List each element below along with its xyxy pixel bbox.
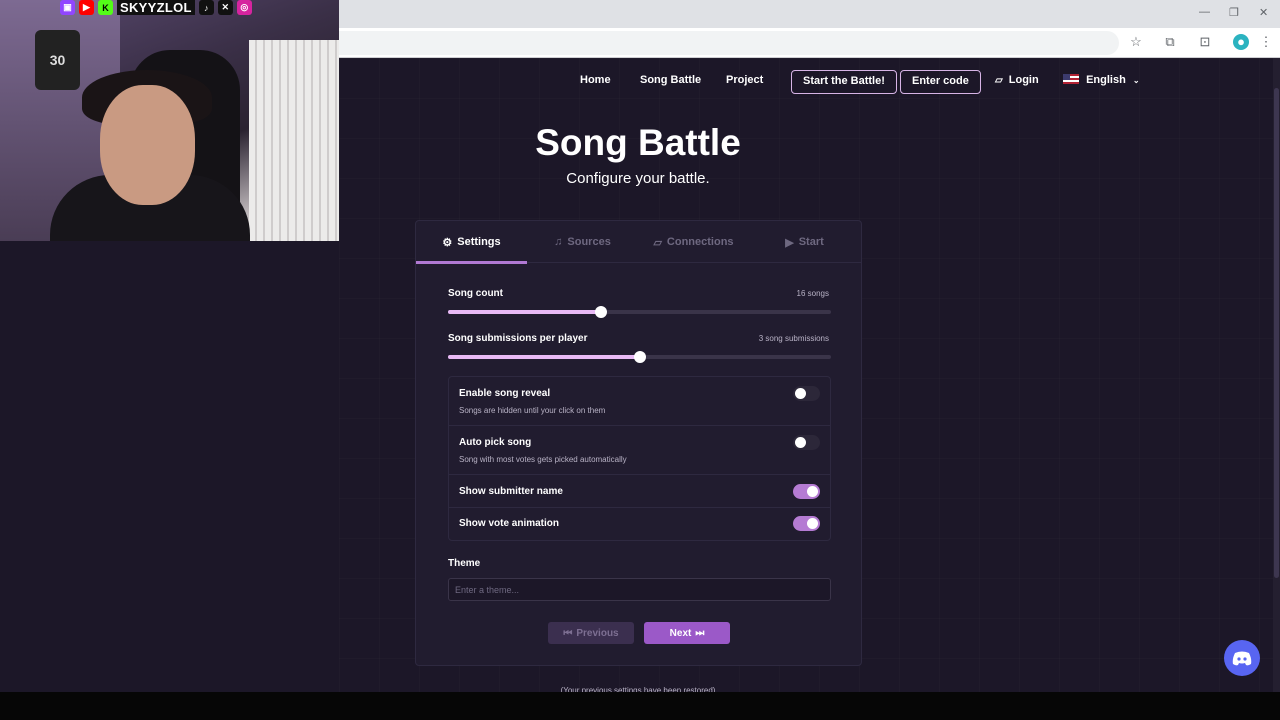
discord-button[interactable] [1224, 640, 1260, 676]
music-note-icon: ♫ [554, 236, 563, 248]
toggle-knob [807, 518, 818, 529]
song-count-value: 16 songs [796, 289, 829, 298]
scrollbar-thumb[interactable] [1274, 88, 1279, 578]
option-title: Auto pick song [459, 437, 532, 448]
toggle-knob [795, 437, 806, 448]
play-icon: ▶ [785, 236, 794, 249]
twitch-icon: ▣ [60, 0, 75, 15]
youtube-icon: ▶ [79, 0, 94, 15]
skip-back-icon: ⏮ [563, 627, 573, 639]
skip-forward-icon: ⏭ [695, 627, 705, 639]
previous-button[interactable]: ⏮ Previous [548, 622, 634, 644]
next-label: Next [669, 627, 692, 639]
settings-card: ⚙ Settings ♫ Sources ▱ Connections ▶ Sta… [415, 220, 862, 666]
profile-avatar-icon[interactable]: ● [1233, 34, 1249, 50]
tab-label: Connections [666, 236, 734, 248]
option-description: Songs are hidden until your click on the… [459, 406, 606, 415]
language-label: English [1086, 74, 1126, 86]
webcam-bed [249, 40, 339, 241]
options-list: Enable song reveal Songs are hidden unti… [448, 376, 831, 541]
address-bar[interactable] [339, 31, 1119, 55]
nav-project-link[interactable]: Project [726, 74, 763, 86]
previous-label: Previous [576, 627, 619, 639]
extensions-icon[interactable]: ⧉ [1162, 34, 1178, 50]
active-tab-indicator [416, 261, 527, 264]
login-link[interactable]: ▱ Login [995, 74, 1039, 86]
option-description: Song with most votes gets picked automat… [459, 455, 627, 464]
twitch-icon: ▱ [995, 75, 1003, 86]
login-label: Login [1008, 74, 1039, 86]
x-icon: ✕ [217, 0, 233, 15]
song-count-slider[interactable] [448, 306, 831, 318]
browser-menu-icon[interactable]: ⋮ [1258, 34, 1274, 50]
close-window-icon[interactable]: ✕ [1259, 6, 1268, 19]
toggle-knob [807, 486, 818, 497]
page-subtitle: Configure your battle. [566, 170, 710, 187]
slider-handle[interactable] [633, 351, 646, 363]
option-auto-pick: Auto pick song Song with most votes gets… [449, 426, 830, 475]
option-vote-animation: Show vote animation [449, 508, 830, 540]
chevron-down-icon: ⌄ [1132, 76, 1140, 85]
theme-input[interactable] [448, 578, 831, 601]
tab-connections[interactable]: ▱ Connections [638, 221, 749, 263]
slider-fill [448, 310, 602, 314]
theme-label: Theme [448, 558, 481, 569]
us-flag-icon [1063, 74, 1079, 84]
gear-icon: ⚙ [442, 236, 453, 249]
tab-settings[interactable]: ⚙ Settings [416, 221, 527, 263]
option-title: Show submitter name [459, 486, 563, 497]
language-selector[interactable]: English ⌄ [1063, 74, 1140, 86]
option-song-reveal: Enable song reveal Songs are hidden unti… [449, 377, 830, 426]
twitch-icon: ▱ [653, 236, 662, 249]
auto-pick-toggle[interactable] [793, 435, 820, 450]
streamer-handle: SKYYZLOL [117, 0, 195, 15]
vote-animation-toggle[interactable] [793, 516, 820, 531]
submitter-name-toggle[interactable] [793, 484, 820, 499]
song-count-label: Song count [448, 288, 503, 299]
tab-label: Start [798, 236, 824, 248]
nav-home-link[interactable]: Home [580, 74, 611, 86]
top-nav: Home Song Battle Project Start the Battl… [339, 70, 1280, 94]
enter-code-button[interactable]: Enter code [900, 70, 981, 94]
submissions-label: Song submissions per player [448, 333, 588, 344]
restore-icon[interactable]: ❐ [1229, 6, 1239, 19]
toggle-knob [795, 388, 806, 399]
discord-icon [1232, 651, 1252, 665]
start-battle-button[interactable]: Start the Battle! [791, 70, 897, 94]
page-title: Song Battle [535, 122, 741, 163]
next-button[interactable]: Next ⏭ [644, 622, 730, 644]
slider-handle[interactable] [595, 306, 608, 318]
option-title: Enable song reveal [459, 388, 551, 399]
tiktok-icon: ♪ [198, 0, 214, 15]
tab-search-icon[interactable]: ⊡ [1197, 34, 1213, 50]
minimize-icon[interactable]: — [1199, 6, 1210, 18]
song-battle-page: Home Song Battle Project Start the Battl… [339, 58, 1280, 695]
tab-start[interactable]: ▶ Start [749, 221, 860, 263]
tab-label: Settings [457, 236, 501, 248]
streamer-face [100, 85, 195, 205]
submissions-slider[interactable] [448, 351, 831, 363]
submissions-value: 3 song submissions [758, 334, 829, 343]
tab-sources[interactable]: ♫ Sources [527, 221, 638, 263]
slider-fill [448, 355, 640, 359]
kick-icon: K [98, 0, 113, 15]
wizard-tabs: ⚙ Settings ♫ Sources ▱ Connections ▶ Sta… [416, 221, 861, 264]
bookmark-star-icon[interactable]: ☆ [1128, 34, 1144, 50]
screen-bottom-bar [0, 692, 1280, 720]
webcam-overlay: 30 ▣ ▶ K SKYYZLOL ♪ ✕ ◎ [0, 0, 339, 241]
nav-song-battle-link[interactable]: Song Battle [640, 74, 701, 86]
option-title: Show vote animation [459, 518, 560, 529]
jersey-frame: 30 [35, 30, 80, 90]
tab-label: Sources [567, 236, 611, 248]
page-scrollbar[interactable] [1273, 58, 1280, 692]
social-bar: ▣ ▶ K SKYYZLOL ♪ ✕ ◎ [60, 0, 252, 15]
instagram-icon: ◎ [236, 0, 252, 15]
option-submitter-name: Show submitter name [449, 475, 830, 508]
song-reveal-toggle[interactable] [793, 386, 820, 401]
